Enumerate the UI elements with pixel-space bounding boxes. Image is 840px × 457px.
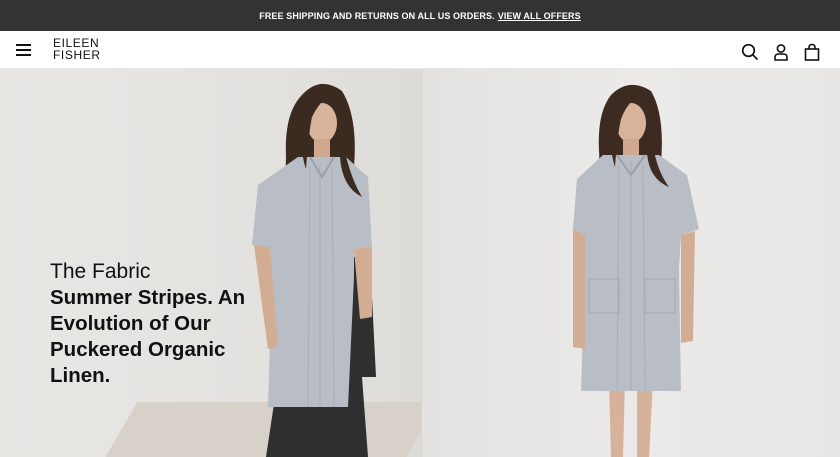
hero-copy: The Fabric Summer Stripes. An Evolution …	[50, 259, 280, 389]
menu-icon[interactable]	[16, 44, 31, 56]
promo-text: FREE SHIPPING AND RETURNS ON ALL US ORDE…	[259, 10, 495, 21]
account-icon[interactable]	[772, 43, 790, 61]
site-header: EILEEN FISHER	[0, 31, 840, 69]
brand-logo[interactable]: EILEEN FISHER	[53, 37, 113, 61]
search-icon[interactable]	[741, 43, 759, 61]
hero-image-right	[421, 69, 840, 457]
shopping-bag-icon[interactable]	[803, 43, 821, 61]
promo-banner: FREE SHIPPING AND RETURNS ON ALL US ORDE…	[0, 0, 840, 31]
hero-eyebrow: The Fabric	[50, 260, 151, 283]
hero-headline[interactable]: Summer Stripes. An Evolution of Our Puck…	[50, 285, 275, 389]
hero-banner[interactable]: The Fabric Summer Stripes. An Evolution …	[0, 69, 840, 457]
logo-line-2: FISHER	[53, 48, 101, 62]
view-all-offers-link[interactable]: VIEW ALL OFFERS	[498, 11, 581, 21]
